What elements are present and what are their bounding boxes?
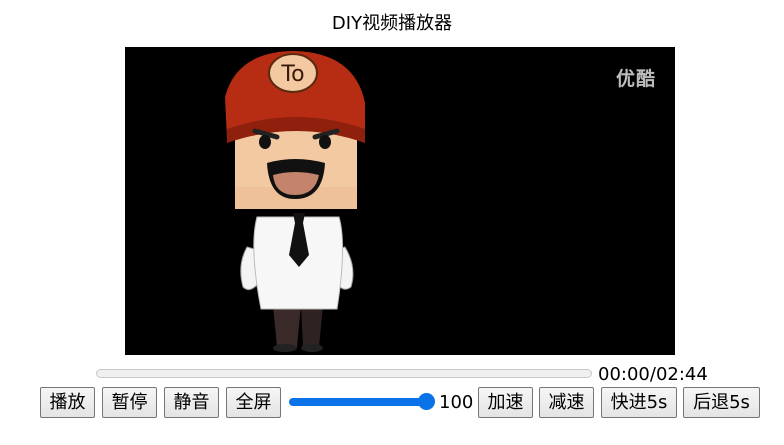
pause-button[interactable]: 暂停 (102, 387, 157, 418)
volume-value: 100 (439, 392, 474, 413)
mute-button[interactable]: 静音 (164, 387, 219, 418)
watermark-text: 优酷 (615, 68, 656, 90)
time-display: 00:00/02:44 (598, 364, 708, 385)
speed-up-button[interactable]: 加速 (478, 387, 533, 418)
video-frame[interactable]: To 优酷 (125, 47, 675, 355)
fullscreen-button[interactable]: 全屏 (226, 387, 281, 418)
play-button[interactable]: 播放 (40, 387, 95, 418)
video-player-page: DIY视频播放器 To 优酷 00:00/02:44 播放 暂停 静音 全屏 1… (0, 0, 784, 445)
slow-down-button[interactable]: 减速 (539, 387, 594, 418)
page-title: DIY视频播放器 (331, 13, 453, 34)
progress-bar[interactable] (96, 369, 592, 378)
cap-logo-text: To (280, 62, 304, 87)
rewind-5s-button[interactable]: 后退5s (683, 387, 760, 418)
volume-slider[interactable] (289, 387, 435, 418)
volume-slider-track[interactable] (289, 398, 429, 406)
forward-5s-button[interactable]: 快进5s (601, 387, 677, 418)
cartoon-character-image: To (225, 51, 365, 352)
volume-slider-thumb[interactable] (418, 393, 435, 410)
